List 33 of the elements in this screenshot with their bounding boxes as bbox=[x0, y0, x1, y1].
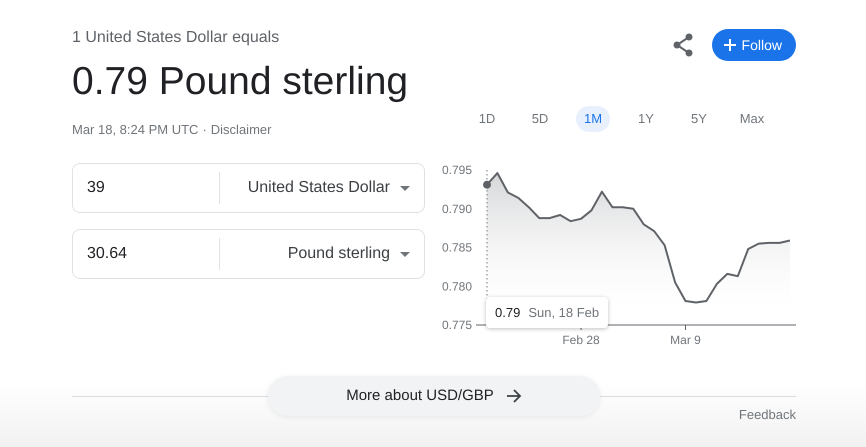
y-tick-label: 0.775 bbox=[442, 318, 472, 332]
exchange-rate: 0.79 Pound sterling bbox=[72, 59, 408, 105]
dropdown-caret-icon bbox=[400, 252, 410, 256]
timestamp: Mar 18, 8:24 PM UTC bbox=[72, 122, 198, 138]
y-tick-label: 0.785 bbox=[442, 240, 472, 254]
tooltip-value: 0.79 bbox=[495, 304, 520, 322]
disclaimer-link[interactable]: Disclaimer bbox=[210, 122, 272, 138]
dropdown-caret-icon bbox=[400, 186, 410, 190]
separator-dot: · bbox=[202, 122, 207, 138]
currency-dropdown[interactable]: Pound sterling bbox=[220, 242, 424, 266]
period-tab[interactable]: 5Y bbox=[682, 106, 716, 132]
share-icon[interactable] bbox=[672, 33, 694, 57]
y-tick-label: 0.795 bbox=[442, 163, 472, 177]
hover-point bbox=[483, 180, 491, 189]
period-tab[interactable]: 1M bbox=[576, 106, 610, 132]
rate-caption: 1 United States Dollar equals bbox=[72, 28, 280, 48]
currency-dropdown[interactable]: United States Dollar bbox=[220, 176, 424, 200]
amount-field[interactable]: 39 bbox=[87, 176, 219, 200]
arrow-right-icon bbox=[506, 389, 522, 403]
y-tick-label: 0.790 bbox=[442, 202, 472, 216]
x-tick-label: Feb 28 bbox=[562, 333, 600, 347]
amount-field[interactable]: 30.64 bbox=[87, 242, 219, 266]
period-tab[interactable]: 1D bbox=[470, 106, 504, 132]
period-tab[interactable]: 5D bbox=[523, 106, 557, 132]
tooltip-date: Sun, 18 Feb bbox=[528, 304, 600, 322]
period-tab[interactable]: Max bbox=[735, 106, 769, 132]
follow-button[interactable]: Follow bbox=[712, 29, 796, 61]
period-tab[interactable]: 1Y bbox=[629, 106, 663, 132]
y-tick-label: 0.780 bbox=[442, 279, 472, 294]
plus-icon bbox=[724, 39, 736, 51]
x-tick-label: Mar 9 bbox=[670, 333, 701, 347]
more-about-link[interactable]: More about USD/GBP bbox=[268, 376, 600, 416]
feedback-link[interactable]: Feedback bbox=[738, 405, 796, 424]
